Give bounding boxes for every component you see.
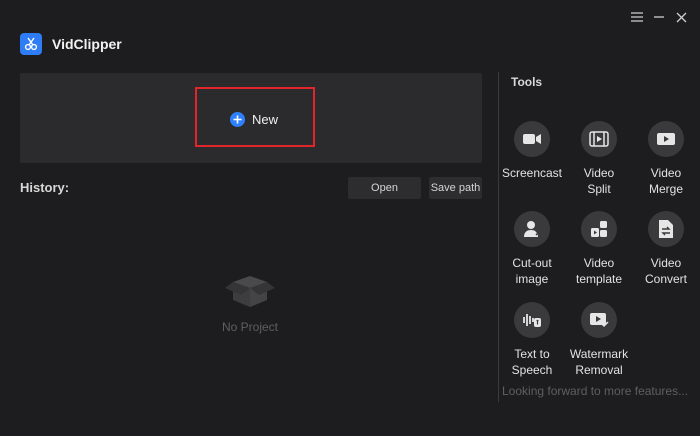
empty-box-icon — [225, 276, 275, 307]
more-features-note: Looking forward to more features... — [502, 384, 689, 398]
tool-video-template[interactable]: Video template — [564, 211, 634, 287]
plus-icon — [230, 111, 245, 127]
save-path-button[interactable]: Save path — [429, 177, 482, 199]
template-icon — [581, 211, 617, 247]
camera-icon — [514, 121, 550, 157]
tool-label: Screencast — [501, 166, 563, 180]
convert-icon — [648, 211, 684, 247]
empty-history: No Project — [205, 270, 295, 334]
tool-label: Cut-out image — [512, 256, 552, 286]
app-header: VidClipper — [20, 33, 122, 55]
tool-video-merge[interactable]: Video Merge — [631, 121, 700, 197]
no-project-text: No Project — [221, 320, 279, 334]
history-heading: History: — [20, 180, 70, 195]
tool-label: Video Merge — [648, 166, 683, 196]
tool-video-split[interactable]: Video Split — [564, 121, 634, 197]
tool-text-to-speech[interactable]: Text to Speech — [497, 302, 567, 378]
tool-label: Watermark Removal — [569, 347, 629, 377]
tools-heading: Tools — [511, 75, 543, 89]
tool-label: Video Split — [583, 166, 615, 196]
new-project-label: New — [252, 111, 279, 127]
watermark-icon — [581, 302, 617, 338]
tool-watermark-removal[interactable]: Watermark Removal — [564, 302, 634, 378]
person-cutout-icon — [514, 211, 550, 247]
text-speech-icon — [514, 302, 550, 338]
window-controls — [630, 10, 688, 24]
app-logo-icon — [20, 33, 42, 55]
tool-label: Video template — [575, 256, 623, 286]
open-button[interactable]: Open — [348, 177, 421, 199]
app-title: VidClipper — [52, 36, 122, 52]
tool-label: Text to Speech — [511, 347, 553, 377]
new-project-button[interactable]: New — [222, 104, 286, 134]
tool-label: Video Convert — [644, 256, 688, 286]
close-icon[interactable] — [674, 10, 688, 24]
minimize-icon[interactable] — [652, 10, 666, 24]
tool-screencast[interactable]: Screencast — [497, 121, 567, 181]
menu-icon[interactable] — [630, 10, 644, 24]
film-split-icon — [581, 121, 617, 157]
tool-cut-out-image[interactable]: Cut-out image — [497, 211, 567, 287]
tool-video-convert[interactable]: Video Convert — [631, 211, 700, 287]
play-merge-icon — [648, 121, 684, 157]
